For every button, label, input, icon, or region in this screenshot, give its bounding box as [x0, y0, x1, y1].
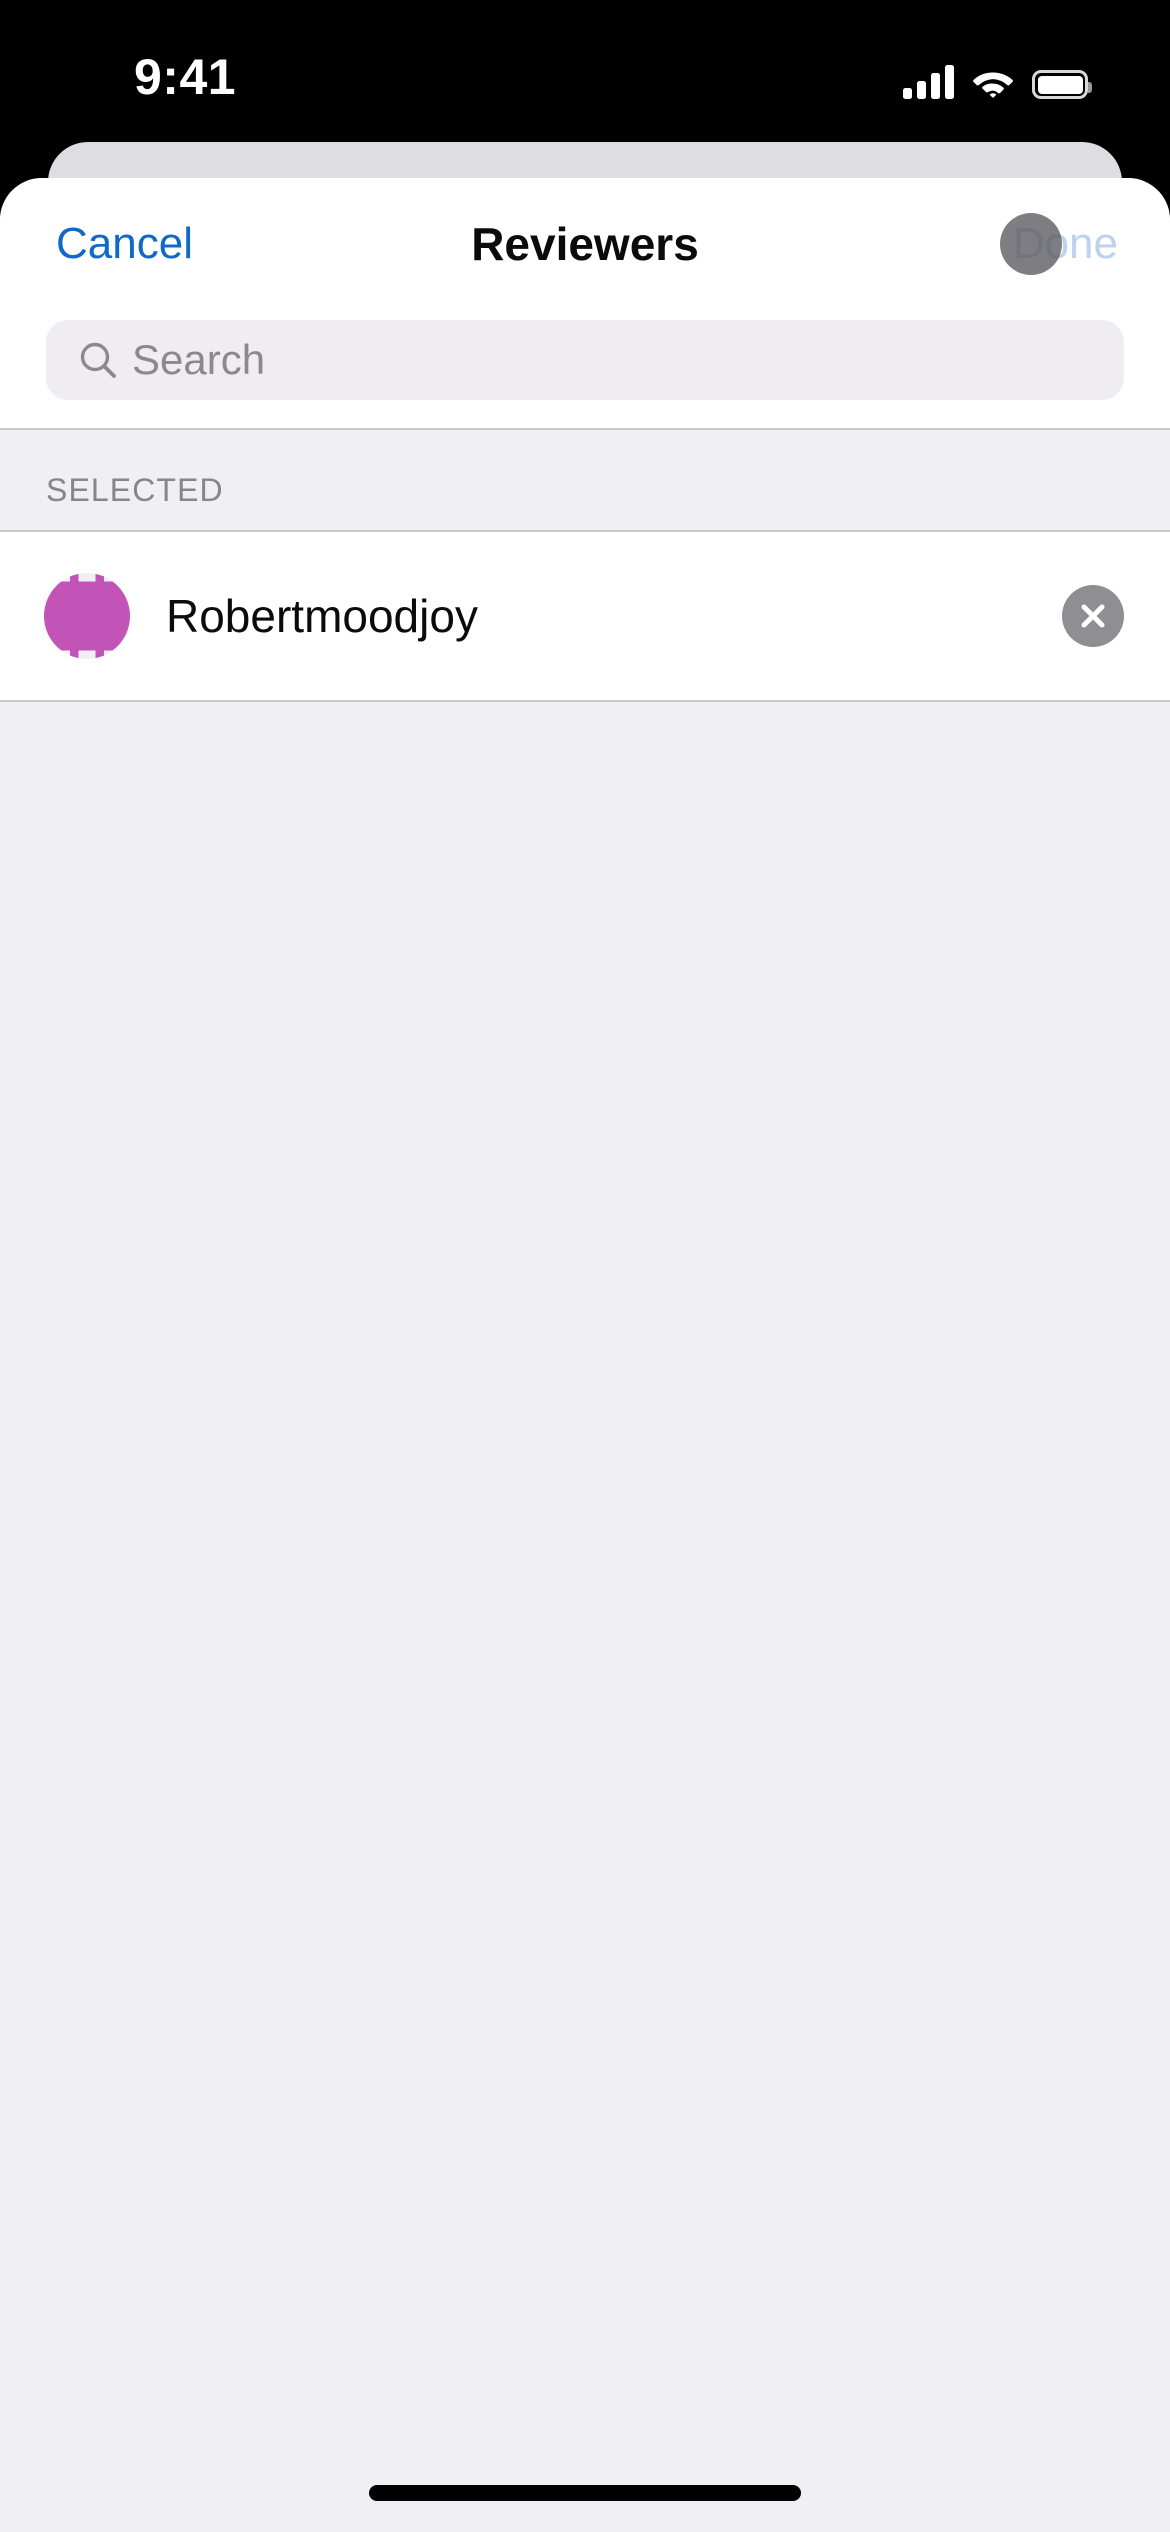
list-item-label: Robertmoodjoy	[166, 590, 478, 642]
cellular-bars-icon	[903, 65, 954, 99]
battery-icon	[1032, 70, 1092, 99]
search-icon	[78, 340, 118, 380]
page-title: Reviewers	[471, 218, 699, 270]
search-input[interactable]	[132, 320, 1124, 400]
touch-indicator	[1000, 213, 1062, 275]
wifi-icon	[971, 67, 1015, 99]
home-indicator[interactable]	[369, 2485, 801, 2501]
search-bar-container	[0, 310, 1170, 428]
status-bar: 9:41	[0, 0, 1170, 140]
reviewers-sheet: Cancel Reviewers Done SELECTED	[0, 178, 1170, 2532]
section-header-selected: SELECTED	[0, 430, 1170, 530]
iphone-screen: 9:41 Cancel Reviewers Done Search SELECT…	[0, 0, 1170, 2532]
reviewers-list: SELECTED Robertmoodjoy	[0, 430, 1170, 2532]
identicon-avatar	[44, 573, 130, 659]
search-field[interactable]	[46, 320, 1124, 400]
status-bar-indicators	[903, 55, 1092, 99]
list-item[interactable]: Robertmoodjoy	[0, 530, 1170, 702]
navigation-bar: Cancel Reviewers Done	[0, 178, 1170, 310]
row-separator-top	[0, 530, 1170, 532]
row-separator-bottom	[0, 700, 1170, 702]
status-bar-time: 9:41	[134, 49, 237, 105]
close-circle-icon[interactable]	[1062, 585, 1124, 647]
section-header-label: SELECTED	[46, 472, 224, 508]
